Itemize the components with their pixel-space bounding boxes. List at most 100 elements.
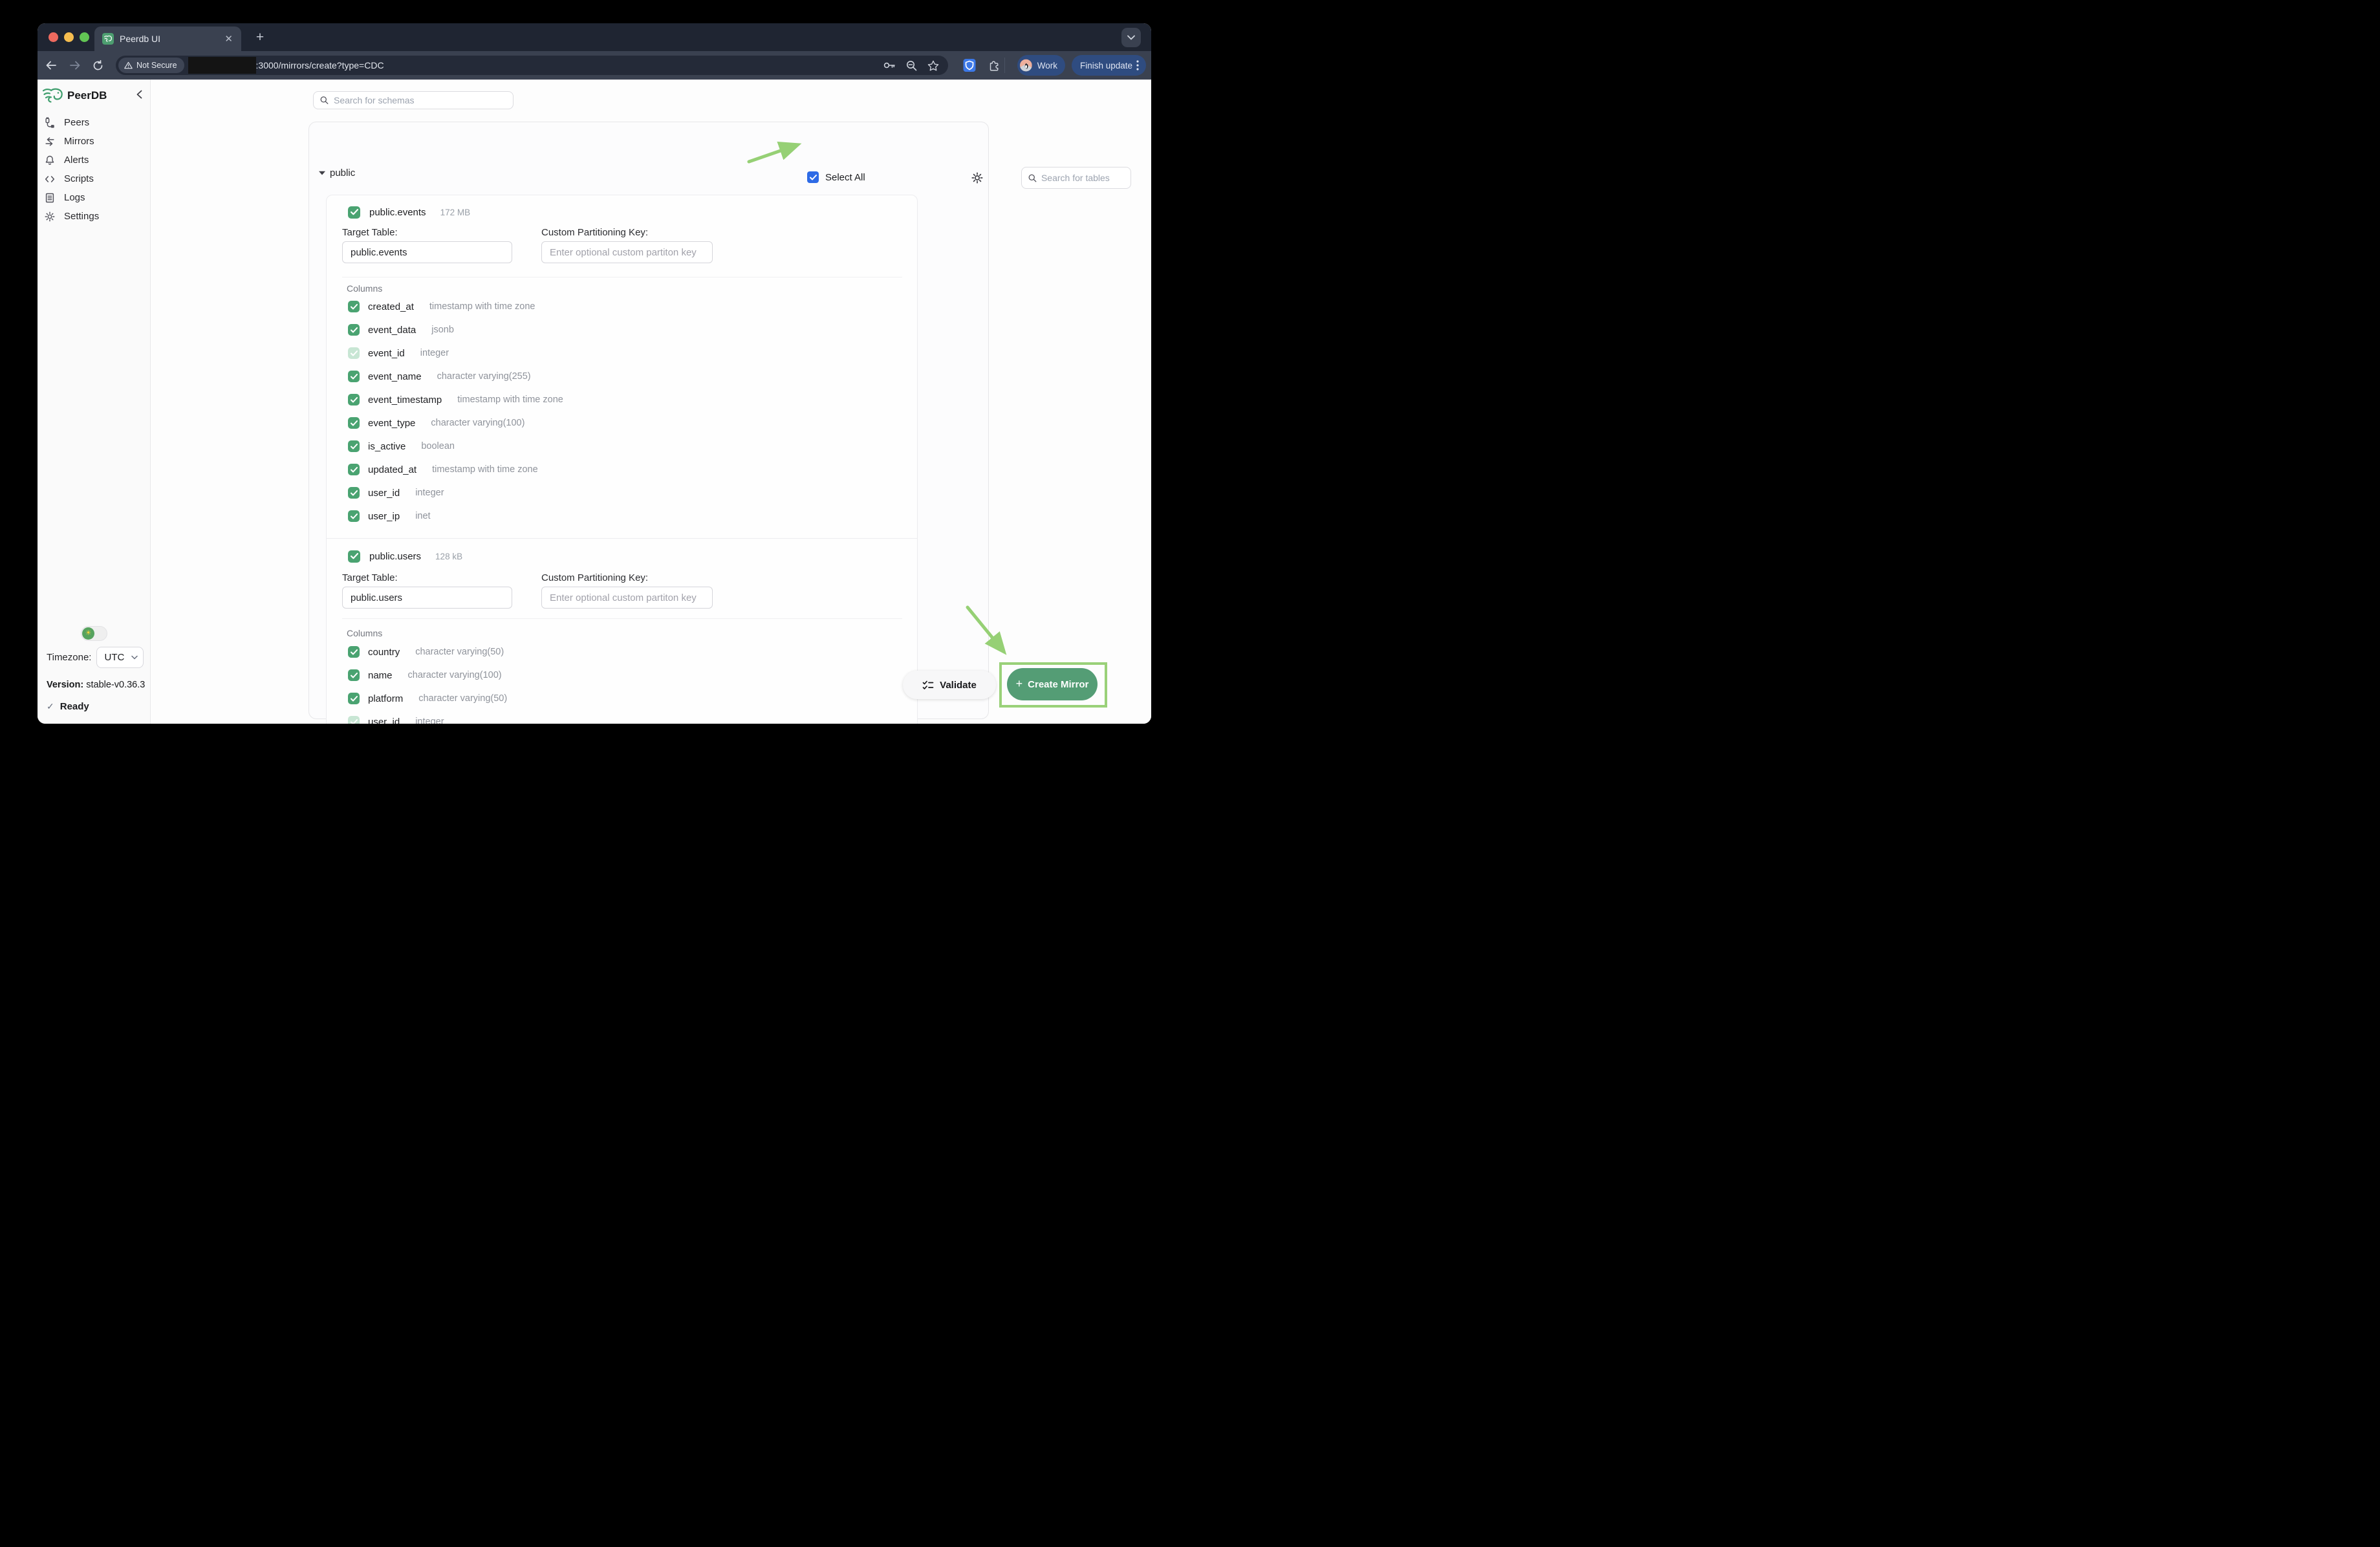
sidebar-item-mirrors[interactable]: Mirrors [38, 132, 150, 151]
table-settings-button[interactable] [971, 171, 984, 184]
kebab-menu-icon [1136, 60, 1139, 70]
version-text: Version: stable-v0.36.3 [47, 680, 145, 690]
partition-key-label: Custom Partitioning Key: [541, 572, 648, 583]
column-name: user_id [368, 488, 400, 499]
back-icon [45, 60, 57, 70]
search-icon [320, 96, 329, 105]
tab-search-button[interactable] [1121, 28, 1141, 47]
schema-search-input[interactable] [334, 95, 506, 105]
browser-window: Peerdb UI ✕ + Not Secure :3000/mirrors/c… [38, 23, 1151, 724]
profile-button[interactable]: Work [1017, 55, 1065, 76]
check-icon [351, 420, 358, 426]
column-checkbox[interactable] [348, 646, 360, 658]
create-mirror-label: Create Mirror [1028, 679, 1088, 690]
sidebar-item-label: Settings [64, 211, 99, 222]
table-checkbox[interactable] [348, 206, 360, 219]
column-checkbox[interactable] [348, 301, 360, 312]
sidebar-item-logs[interactable]: Logs [38, 188, 150, 207]
column-row: is_active boolean [348, 435, 904, 458]
version-value: stable-v0.36.3 [86, 680, 145, 690]
column-name: event_type [368, 418, 415, 429]
column-name: event_timestamp [368, 395, 442, 406]
column-name: user_id [368, 717, 400, 724]
sidebar-item-peers[interactable]: Peers [38, 113, 150, 132]
tab-close-icon[interactable]: ✕ [224, 33, 233, 45]
column-checkbox[interactable] [348, 510, 360, 522]
column-checkbox[interactable] [348, 487, 360, 499]
column-checkbox[interactable] [348, 394, 360, 406]
sidebar-nav: Peers Mirrors Alerts Scripts Logs [38, 113, 150, 226]
target-table-label: Target Table: [342, 227, 398, 238]
column-name: is_active [368, 441, 406, 452]
create-mirror-button[interactable]: + Create Mirror [1007, 668, 1098, 700]
table-size: 172 MB [440, 208, 471, 217]
timezone-select[interactable]: UTC [96, 647, 144, 668]
select-all-control[interactable]: Select All [807, 171, 865, 183]
redacted-host [188, 57, 256, 74]
validate-button[interactable]: Validate [903, 671, 996, 699]
reload-icon [92, 60, 103, 71]
sidebar-item-label: Logs [64, 192, 85, 203]
timezone-row: Timezone: UTC [47, 647, 144, 668]
new-tab-button[interactable]: + [251, 28, 269, 47]
column-checkbox[interactable] [348, 440, 360, 452]
column-name: event_name [368, 371, 422, 382]
bell-icon [44, 155, 56, 166]
column-type: timestamp with time zone [429, 301, 536, 312]
peers-cable-icon [44, 117, 56, 129]
schema-header[interactable]: public [319, 168, 355, 178]
sidebar-collapse-button[interactable] [136, 90, 142, 102]
not-secure-badge[interactable]: Not Secure [118, 58, 184, 73]
browser-tab[interactable]: Peerdb UI ✕ [94, 27, 241, 51]
address-bar[interactable]: Not Secure :3000/mirrors/create?type=CDC [116, 56, 948, 75]
brand-name: PeerDB [67, 89, 107, 102]
target-table-input[interactable] [342, 587, 512, 609]
main-panel: public Select All [151, 80, 1151, 724]
theme-toggle[interactable]: ☀ [81, 626, 107, 641]
toolbar-separator [1004, 58, 1005, 73]
password-key-icon[interactable] [883, 61, 896, 70]
table-size: 128 kB [435, 552, 462, 561]
chevron-down-icon [131, 655, 138, 660]
schema-search[interactable] [313, 91, 514, 109]
target-table-input[interactable] [342, 241, 512, 263]
check-icon [351, 514, 358, 519]
reload-button[interactable] [89, 57, 106, 74]
window-zoom-button[interactable] [80, 32, 89, 42]
select-all-checkbox[interactable] [807, 171, 819, 183]
profile-avatar [1020, 58, 1032, 73]
partition-key-input[interactable] [541, 587, 713, 609]
bitwarden-extension-icon[interactable] [961, 57, 978, 74]
column-type: character varying(255) [437, 371, 531, 382]
bookmark-star-icon[interactable] [927, 60, 939, 71]
window-close-button[interactable] [49, 32, 58, 42]
partition-key-input[interactable] [541, 241, 713, 263]
back-button[interactable] [43, 57, 60, 74]
table-search[interactable] [1021, 167, 1131, 189]
timezone-value: UTC [104, 652, 131, 663]
zoom-out-icon[interactable] [906, 60, 917, 71]
column-checkbox [348, 347, 360, 359]
column-checkbox[interactable] [348, 417, 360, 429]
forward-button[interactable] [67, 57, 83, 74]
finish-update-button[interactable]: Finish update [1072, 55, 1146, 76]
column-checkbox[interactable] [348, 371, 360, 382]
column-name: country [368, 647, 400, 658]
extensions-puzzle-icon[interactable] [985, 57, 1002, 74]
sidebar-item-scripts[interactable]: Scripts [38, 169, 150, 188]
sidebar-item-settings[interactable]: Settings [38, 207, 150, 226]
column-checkbox[interactable] [348, 464, 360, 475]
check-icon [351, 696, 358, 702]
sidebar-item-alerts[interactable]: Alerts [38, 151, 150, 169]
columns-list-events: created_at timestamp with time zone even… [348, 295, 904, 528]
column-checkbox[interactable] [348, 669, 360, 681]
column-checkbox[interactable] [348, 324, 360, 336]
version-label: Version: [47, 680, 83, 690]
column-checkbox[interactable] [348, 693, 360, 704]
validate-label: Validate [940, 680, 977, 691]
table-search-input[interactable] [1041, 173, 1124, 183]
table-checkbox[interactable] [348, 550, 360, 563]
window-minimize-button[interactable] [64, 32, 74, 42]
sidebar-item-label: Peers [64, 117, 89, 128]
page-content: PeerDB Peers Mirrors Alerts [38, 80, 1151, 724]
